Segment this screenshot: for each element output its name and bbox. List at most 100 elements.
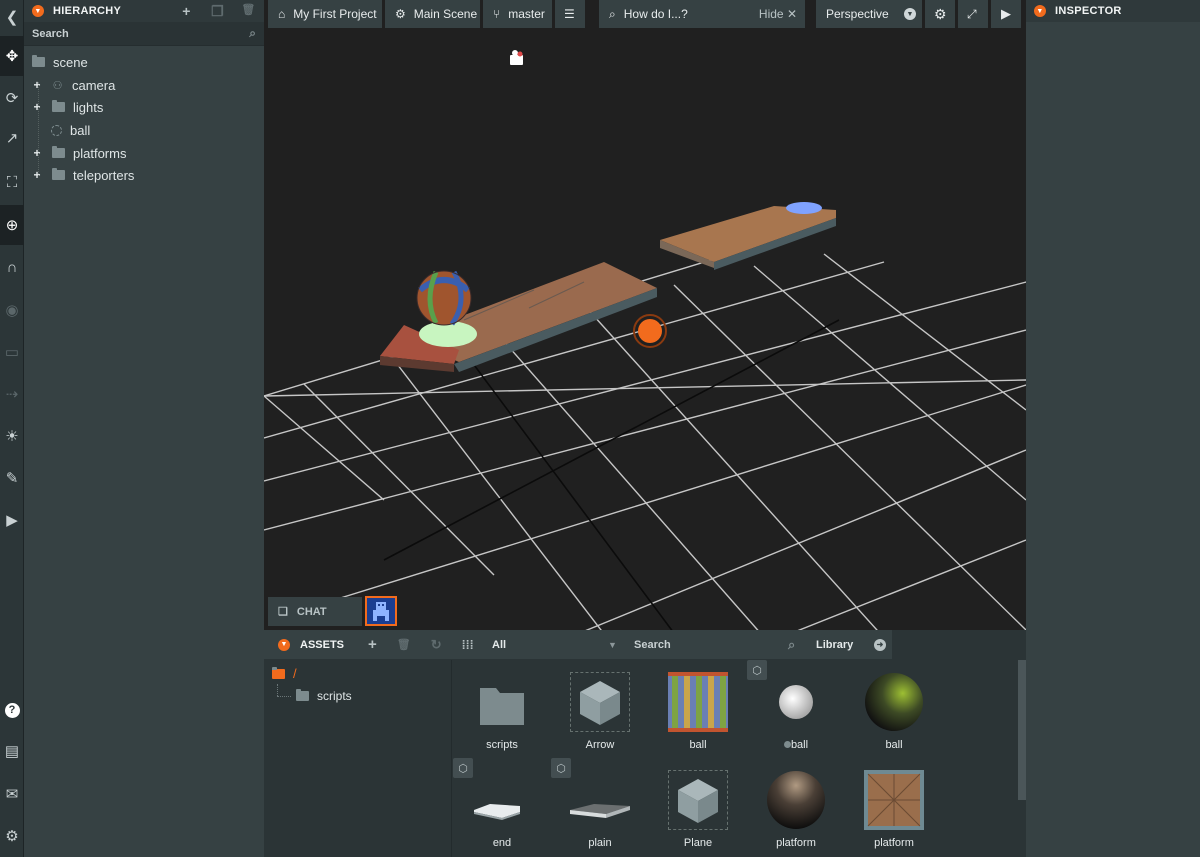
add-asset-icon[interactable]: + xyxy=(368,636,377,653)
focus-icon[interactable]: ◉ xyxy=(0,290,24,330)
delete-asset-icon[interactable]: 🗑 xyxy=(397,638,411,651)
collapse-icon[interactable]: ▼ xyxy=(1034,5,1046,17)
tree-item-label: scene xyxy=(53,54,88,70)
expand-icon[interactable]: + xyxy=(30,168,44,182)
search-icon: ⌕ xyxy=(788,636,796,652)
launch-button[interactable]: ▶ xyxy=(991,0,1021,28)
asset-item[interactable]: ⬡ end xyxy=(453,758,551,856)
translate-icon[interactable]: ✥ xyxy=(0,36,24,76)
expand-icon[interactable]: + xyxy=(30,78,44,92)
add-entity-icon[interactable]: + xyxy=(171,3,202,20)
branch-label: master xyxy=(508,7,545,21)
asset-item[interactable]: platform xyxy=(845,758,943,856)
asset-item[interactable]: ⬡ plain xyxy=(551,758,649,856)
collapse-icon[interactable]: ▼ xyxy=(278,638,290,651)
branch-icon: ⑂ xyxy=(493,7,501,21)
library-button[interactable]: Library xyxy=(816,639,853,651)
asset-template-thumb xyxy=(668,770,728,830)
tree-item-ball[interactable]: ball xyxy=(24,119,264,141)
play-icon: ▶ xyxy=(1001,6,1011,21)
feedback-icon[interactable]: ✉ xyxy=(0,774,24,814)
filter-dropdown-icon[interactable]: ▼ xyxy=(608,640,617,650)
asset-filter-select[interactable]: All xyxy=(492,639,506,651)
asset-item[interactable]: Plane xyxy=(649,758,747,856)
asset-item[interactable]: scripts xyxy=(453,660,551,758)
refresh-icon[interactable]: ↻ xyxy=(431,637,442,653)
camera-entity-icon: ⚇ xyxy=(52,79,63,92)
settings-icon[interactable]: ⚙ xyxy=(0,816,24,856)
asset-template-thumb xyxy=(570,672,630,732)
folder-root[interactable]: / xyxy=(272,666,297,681)
library-label: Library xyxy=(816,638,854,651)
scene-button[interactable]: ⚙ Main Scene xyxy=(385,0,480,28)
gear-icon: ⚙ xyxy=(395,7,406,21)
tree-item-teleporters[interactable]: + teleporters xyxy=(24,164,264,186)
tree-item-camera[interactable]: + ⚇ camera xyxy=(24,74,264,96)
scene-viewport[interactable] xyxy=(264,0,1026,660)
settings-button[interactable]: ⚙ xyxy=(925,0,955,28)
fullscreen-icon: ⤢ xyxy=(967,6,977,21)
hierarchy-search-input[interactable]: Search ⌕ xyxy=(24,22,264,46)
collapse-icon[interactable]: ▼ xyxy=(32,5,44,17)
asset-item[interactable]: ball xyxy=(845,660,943,758)
tree-line xyxy=(30,123,44,137)
hierarchy-panel: ▼ HIERARCHY + ❐ 🗑 Search ⌕ scene + ⚇ cam… xyxy=(24,0,264,857)
plate-model-icon xyxy=(474,804,520,820)
project-label: My First Project xyxy=(293,7,377,21)
help-icon[interactable]: ? xyxy=(0,690,24,730)
branch-button[interactable]: ⑂ master xyxy=(483,0,552,28)
folder-scripts[interactable]: scripts xyxy=(296,689,352,703)
camera-select[interactable]: Perspective ▼ xyxy=(816,0,922,28)
list-button[interactable]: ☰ xyxy=(555,0,585,28)
template-cube-icon xyxy=(678,779,718,823)
dark-sphere-icon xyxy=(767,771,825,829)
tree-item-platforms[interactable]: + platforms xyxy=(24,142,264,164)
assets-search-input[interactable]: Search xyxy=(634,639,671,651)
project-button[interactable]: ⌂ My First Project xyxy=(268,0,382,28)
asset-texture-thumb xyxy=(864,770,924,830)
logo-icon[interactable]: ❮ xyxy=(0,0,24,37)
search-icon: ⌕ xyxy=(609,6,616,21)
settings-gear-icon: ⚙ xyxy=(934,5,947,22)
asset-model-thumb xyxy=(570,770,630,830)
code-editor-icon[interactable]: ✎ xyxy=(0,458,24,498)
asset-model-thumb xyxy=(472,770,532,830)
chat-button[interactable]: ❏ CHAT xyxy=(268,597,362,626)
expand-icon[interactable]: + xyxy=(30,146,44,160)
asset-item[interactable]: ⬡ ball xyxy=(747,660,845,758)
lightmapper-icon[interactable]: ☀ xyxy=(0,416,24,456)
library-arrow-icon[interactable]: ➜ xyxy=(874,638,886,651)
tree-item-label: ball xyxy=(70,122,91,138)
tree-item-label: platforms xyxy=(73,145,127,161)
hierarchy-title: HIERARCHY xyxy=(53,5,122,17)
assets-scrollbar[interactable] xyxy=(1018,660,1026,800)
assets-title: ASSETS xyxy=(300,638,345,651)
scale-icon[interactable]: ↗ xyxy=(0,118,24,158)
fullscreen-button[interactable]: ⤢ xyxy=(958,0,988,28)
redo-icon[interactable]: ⇢ xyxy=(0,374,24,414)
grid-view-icon[interactable]: ⁞⁞⁞ xyxy=(462,638,474,652)
asset-item[interactable]: Arrow xyxy=(551,660,649,758)
world-space-icon[interactable]: ⊕ xyxy=(0,205,24,245)
hide-button[interactable]: Hide ✕ xyxy=(759,7,797,21)
controls-icon[interactable]: ▤ xyxy=(0,731,24,771)
expand-icon[interactable]: + xyxy=(30,100,44,114)
model-badge-icon: ⬡ xyxy=(747,660,767,680)
resize-icon[interactable]: ⛶ xyxy=(0,162,24,202)
asset-label: Arrow xyxy=(585,739,615,751)
user-avatar[interactable] xyxy=(365,596,397,626)
filter-label: All xyxy=(492,638,507,651)
asset-item[interactable]: platform xyxy=(747,758,845,856)
delete-icon[interactable]: 🗑 xyxy=(233,3,264,20)
publish-icon[interactable]: ▶ xyxy=(0,500,24,540)
tree-item-lights[interactable]: + lights xyxy=(24,96,264,118)
duplicate-icon[interactable]: ❐ xyxy=(202,3,233,20)
asset-item[interactable]: ball xyxy=(649,660,747,758)
wood-texture-icon xyxy=(864,770,924,830)
rotate-icon[interactable]: ⟳ xyxy=(0,78,24,118)
howdoi-bar[interactable]: ⌕ How do I...? Hide ✕ xyxy=(599,0,805,28)
tree-item-scene[interactable]: scene xyxy=(24,51,264,73)
undo-icon[interactable]: ▭ xyxy=(0,332,24,372)
snap-icon[interactable]: ∩ xyxy=(0,247,24,287)
tree-item-label: teleporters xyxy=(73,167,135,183)
